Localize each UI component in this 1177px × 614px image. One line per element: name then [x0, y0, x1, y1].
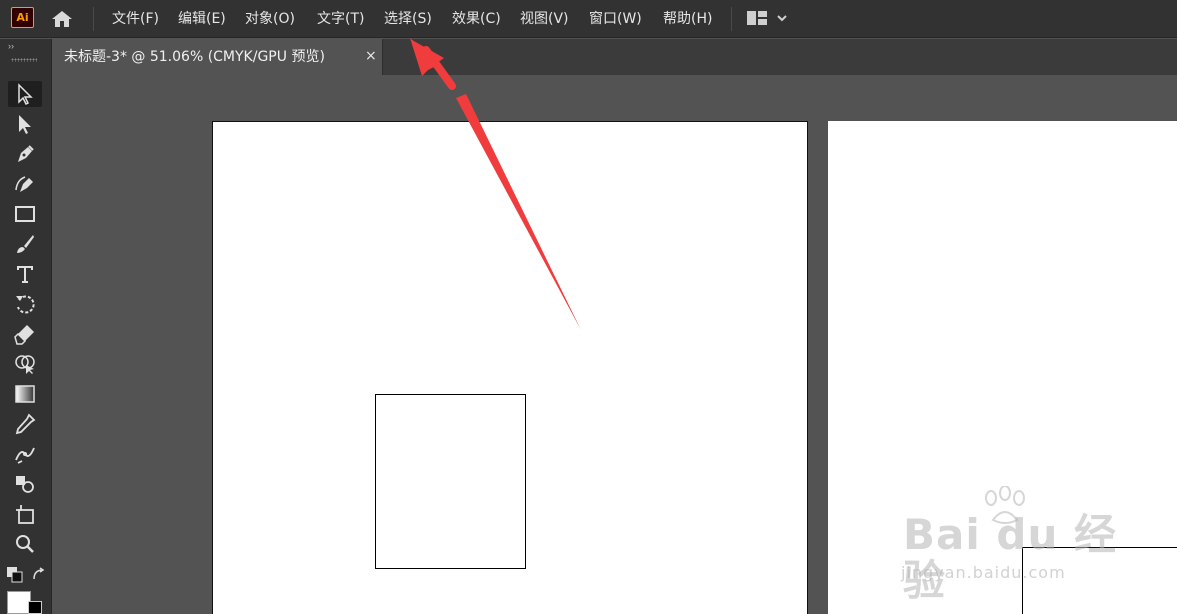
paintbrush-tool[interactable] [8, 231, 42, 257]
menu-bar: Ai 文件(F) 编辑(E) 对象(O) 文字(T) 选择(S) 效果(C) 视… [0, 0, 1177, 38]
collapse-panel-icon[interactable]: ›› [8, 42, 14, 51]
swap-fill-stroke-icon[interactable] [31, 567, 47, 583]
rectangle-shape[interactable] [375, 394, 526, 569]
app-logo: Ai [11, 7, 34, 28]
stroke-swatch[interactable] [28, 601, 42, 614]
close-icon[interactable]: × [365, 47, 377, 65]
artboard-secondary[interactable] [828, 121, 1177, 614]
artboard-tool[interactable] [8, 501, 42, 527]
canvas-area[interactable] [53, 75, 1177, 614]
symbol-sprayer-icon [16, 476, 34, 493]
eyedropper-tool[interactable] [8, 411, 42, 437]
rotate-tool[interactable] [8, 291, 42, 317]
shape-builder-tool[interactable] [8, 351, 42, 377]
rectangle-icon [15, 206, 35, 222]
menu-object[interactable]: 对象(O) [245, 9, 295, 29]
pen-tool[interactable] [8, 141, 42, 167]
workspace-layout-icon[interactable] [746, 10, 768, 26]
paintbrush-icon [17, 235, 34, 253]
document-tab-bar: 未标题-3* @ 51.06% (CMYK/GPU 预览) × [53, 39, 1177, 75]
menu-type[interactable]: 文字(T) [317, 9, 364, 29]
puppet-warp-tool[interactable] [8, 441, 42, 467]
eraser-tool[interactable] [8, 321, 42, 347]
puppet-warp-icon [15, 447, 35, 464]
eyedropper-icon [15, 413, 36, 435]
direct-selection-tool[interactable] [8, 111, 42, 137]
shape-builder-icon [15, 355, 35, 374]
document-tab[interactable]: 未标题-3* @ 51.06% (CMYK/GPU 预览) × [53, 39, 383, 75]
rectangle-shape-partial[interactable] [1022, 547, 1177, 614]
menu-window[interactable]: 窗口(W) [589, 9, 642, 29]
type-icon [17, 266, 33, 283]
panel-grip[interactable] [11, 58, 37, 62]
rectangle-tool[interactable] [8, 201, 42, 227]
gradient-icon [15, 385, 35, 403]
zoom-tool[interactable] [8, 531, 42, 557]
default-fill-stroke-icon[interactable] [6, 566, 24, 584]
menu-help[interactable]: 帮助(H) [663, 9, 712, 29]
curvature-tool[interactable] [8, 171, 42, 197]
menu-separator [93, 7, 94, 31]
type-tool[interactable] [8, 261, 42, 287]
gradient-tool[interactable] [8, 381, 42, 407]
artboard-icon [16, 505, 34, 524]
symbol-sprayer-tool[interactable] [8, 471, 42, 497]
rotate-icon [16, 295, 35, 314]
pen-icon [18, 145, 34, 162]
menu-effect[interactable]: 效果(C) [452, 9, 501, 29]
menu-select[interactable]: 选择(S) [384, 9, 432, 29]
menu-view[interactable]: 视图(V) [520, 9, 569, 29]
home-icon[interactable] [50, 9, 74, 29]
menu-separator [731, 7, 732, 31]
chevron-down-icon[interactable] [776, 12, 788, 24]
selection-tool[interactable] [8, 81, 42, 107]
eraser-icon [14, 325, 34, 345]
menu-edit[interactable]: 编辑(E) [178, 9, 226, 29]
curvature-pen-icon [15, 176, 33, 192]
zoom-icon [16, 535, 34, 553]
menu-file[interactable]: 文件(F) [112, 9, 159, 29]
direct-selection-arrow-icon [19, 115, 31, 134]
document-tab-title: 未标题-3* @ 51.06% (CMYK/GPU 预览) [64, 49, 325, 65]
selection-arrow-icon [18, 83, 33, 106]
